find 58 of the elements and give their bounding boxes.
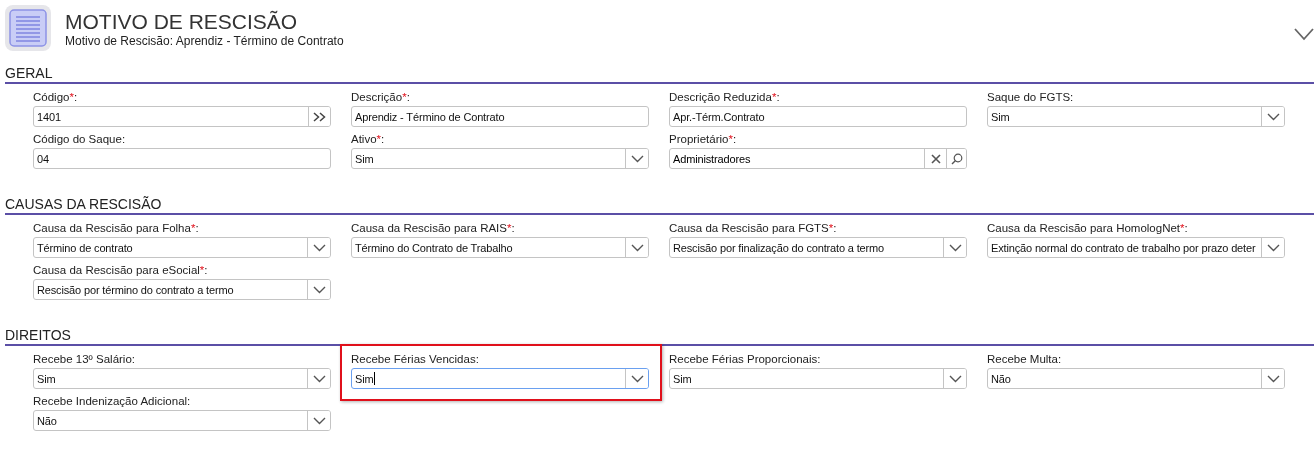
chevron-down-icon (312, 374, 326, 383)
document-icon (5, 5, 51, 51)
field-label: Código*: (33, 90, 78, 105)
select-field[interactable]: Sim (987, 106, 1285, 127)
page-subtitle: Motivo de Rescisão: Aprendiz - Término de Contrato (65, 34, 344, 48)
field-label: Descrição*: (351, 90, 410, 105)
search-icon (950, 152, 963, 165)
chevron-down-icon (312, 416, 326, 425)
field-label: Descrição Reduzida*: (669, 90, 780, 105)
chevron-down-icon (1266, 374, 1280, 383)
select-field[interactable]: Sim (669, 368, 967, 389)
select-field[interactable]: Término do Contrato de Trabalho (351, 237, 649, 258)
select-field[interactable]: Sim (351, 148, 649, 169)
select-field[interactable]: Sim (33, 368, 331, 389)
chevron-down-icon (312, 243, 326, 252)
select-field[interactable]: Rescisão por término do contrato a termo (33, 279, 331, 300)
input-field[interactable]: 04 (33, 148, 331, 169)
select-field[interactable]: Término de contrato (33, 237, 331, 258)
field-label: Recebe Multa: (987, 352, 1062, 367)
select-field[interactable]: Sim (351, 368, 649, 389)
field-label: Recebe Indenização Adicional: (33, 394, 191, 409)
double-chevron-icon (312, 111, 327, 122)
section-title: DIREITOS (5, 327, 71, 343)
section-title: GERAL (5, 65, 53, 81)
advance-button[interactable] (308, 107, 330, 126)
field-label: Recebe Férias Vencidas: (351, 352, 479, 367)
chevron-down-icon (630, 374, 644, 383)
select-field[interactable]: Extinção normal do contrato de trabalho por prazo deter (987, 237, 1285, 258)
chevron-down-icon (1266, 112, 1280, 121)
input-field[interactable]: Aprendiz - Término de Contrato (351, 106, 649, 127)
search-button[interactable] (946, 149, 966, 168)
chevron-down-icon (948, 243, 962, 252)
field-label: Saque do FGTS: (987, 90, 1074, 105)
chevron-down-icon (312, 285, 326, 294)
field-label: Causa da Rescisão para HomologNet*: (987, 221, 1188, 236)
lookup-field[interactable]: Administradores (669, 148, 967, 169)
field-label: Causa da Rescisão para Folha*: (33, 221, 199, 236)
field-label: Causa da Rescisão para FGTS*: (669, 221, 837, 236)
section-title: CAUSAS DA RESCISÃO (5, 196, 162, 212)
field-label: Recebe 13º Salário: (33, 352, 135, 367)
input-field[interactable]: Apr.-Térm.Contrato (669, 106, 967, 127)
chevron-down-icon (630, 243, 644, 252)
field-label: Ativo*: (351, 132, 385, 147)
field-label: Recebe Férias Proporcionais: (669, 352, 821, 367)
select-field[interactable]: Rescisão por finalização do contrato a termo (669, 237, 967, 258)
page-title: MOTIVO DE RESCISÃO (65, 10, 299, 34)
chevron-down-icon (948, 374, 962, 383)
input-field[interactable]: 1401 (33, 106, 331, 127)
select-field[interactable]: Não (987, 368, 1285, 389)
field-label: Proprietário*: (669, 132, 737, 147)
field-label: Causa da Rescisão para eSocial*: (33, 263, 208, 278)
chevron-down-icon (630, 154, 644, 163)
close-icon (930, 153, 941, 164)
chevron-down-icon[interactable] (1294, 27, 1314, 41)
field-label: Código do Saque: (33, 132, 126, 147)
chevron-down-icon (1266, 243, 1280, 252)
field-label: Causa da Rescisão para RAIS*: (351, 221, 515, 236)
select-field[interactable]: Não (33, 410, 331, 431)
